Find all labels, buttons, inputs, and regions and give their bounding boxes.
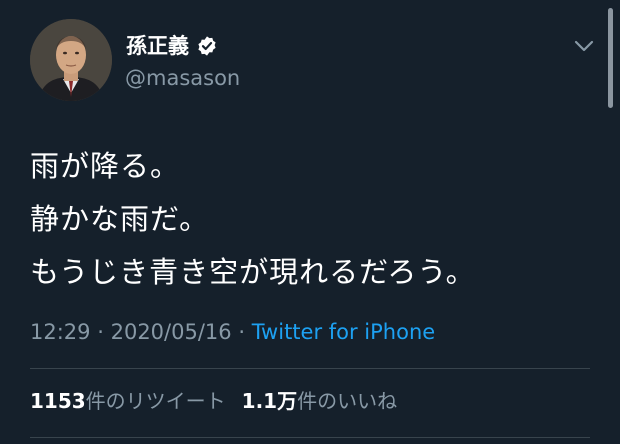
tweet-detail: 孫正義 @masason 雨が降る。 静かな雨だ。 もうじき青き空が現れるだろう… — [0, 0, 620, 444]
scrollbar[interactable] — [608, 8, 613, 108]
meta-separator: · — [97, 320, 104, 344]
tweet-time[interactable]: 12:29 — [30, 320, 91, 344]
display-name[interactable]: 孫正義 — [126, 33, 218, 59]
tweet-metadata: 12:29 · 2020/05/16 · Twitter for iPhone — [30, 319, 435, 345]
tweet-text-line: 静かな雨だ。 — [30, 202, 210, 236]
divider — [30, 368, 590, 369]
chevron-down-icon[interactable] — [572, 37, 596, 55]
verified-badge-icon — [198, 36, 216, 56]
likes-stat[interactable]: 1.1万件のいいね — [242, 389, 397, 413]
likes-count: 1.1万 — [241, 389, 298, 413]
engagement-stats: 1153件のリツイート 1.1万件のいいね — [30, 388, 397, 414]
tweet-text: 雨が降る。 静かな雨だ。 もうじき青き空が現れるだろう。 — [30, 140, 476, 299]
retweets-count: 1153 — [30, 389, 86, 413]
tweet-text-line: もうじき青き空が現れるだろう。 — [30, 255, 476, 289]
tweet-date[interactable]: 2020/05/16 — [111, 320, 232, 344]
tweet-source-link[interactable]: Twitter for iPhone — [252, 320, 436, 344]
retweets-label: 件のリツイート — [85, 389, 226, 413]
retweets-stat[interactable]: 1153件のリツイート — [30, 389, 226, 413]
avatar[interactable] — [30, 19, 112, 101]
likes-label: 件のいいね — [297, 389, 398, 413]
user-handle[interactable]: @masason — [125, 65, 240, 91]
profile-photo-icon — [30, 19, 112, 101]
divider — [30, 437, 590, 438]
meta-separator: · — [238, 320, 246, 344]
tweet-text-line: 雨が降る。 — [30, 149, 181, 183]
display-name-text: 孫正義 — [126, 34, 189, 58]
